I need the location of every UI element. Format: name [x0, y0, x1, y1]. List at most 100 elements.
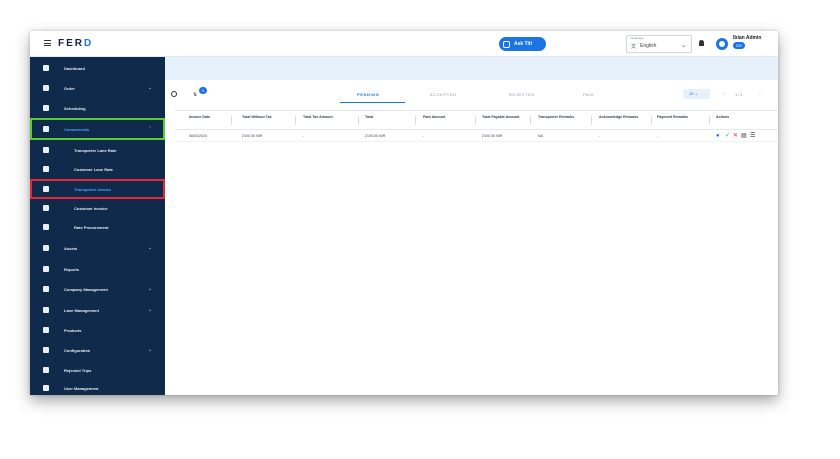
ask-assistant-button[interactable]: Ask Titi	[499, 37, 546, 51]
invoice-table: Invoice Date Total Without Tax Total Tax…	[175, 110, 778, 142]
filter-count-badge: 0	[199, 87, 207, 94]
tab-rejected[interactable]: REJECTED	[509, 92, 535, 97]
column-header[interactable]: Invoice Date	[189, 115, 210, 120]
sidebar-item-label: Company Management	[64, 286, 108, 292]
tab-paid[interactable]: PAID	[583, 92, 594, 97]
rate-icon	[43, 166, 49, 172]
sidebar-item-order[interactable]: Order ⌄	[30, 79, 165, 97]
sidebar-item-label: Customer Invoice	[74, 205, 108, 211]
previous-page-icon[interactable]: ‹	[723, 91, 725, 97]
sidebar-item-rejected-trips[interactable]: Rejected Trips	[30, 361, 165, 379]
sidebar-item-transporter-lane-rate[interactable]: Transporter Lane Rate	[30, 141, 165, 159]
sidebar-item-label: Customer Lane Rate	[74, 166, 113, 172]
chevron-down-icon: ⌄	[148, 307, 153, 313]
sidebar-item-rate-procurement[interactable]: Rate Procurement	[30, 218, 165, 236]
column-header[interactable]: Total Payable Amount	[482, 115, 522, 120]
view-icon[interactable]: ●	[716, 133, 720, 139]
table-row[interactable]: 06/04/2024 2100.00 INR - 2100.00 INR - 2…	[175, 130, 778, 142]
page-size-value: 15	[689, 91, 694, 96]
app-window: FERD Ask Titi Language 文 English ⌄ Ibian…	[30, 31, 778, 395]
table-cell: 06/04/2024	[189, 134, 207, 138]
filter-icon[interactable]: ⇅	[193, 92, 197, 98]
search-icon[interactable]	[171, 91, 177, 97]
column-header[interactable]: Total	[365, 115, 373, 120]
page-size-select[interactable]: 15 ⌄	[683, 89, 710, 99]
table-cell: 2100.00 INR	[242, 134, 263, 138]
column-header[interactable]: Paid Amount	[423, 115, 445, 120]
details-list-icon[interactable]: ☰	[750, 133, 755, 139]
table-cell: -	[599, 134, 601, 138]
sidebar-item-label: Dashboard	[64, 65, 85, 71]
sidebar-item-label: User Management	[64, 385, 99, 391]
sidebar-item-company-management[interactable]: Company Management ⌄	[30, 280, 165, 298]
accept-check-icon[interactable]: ✓	[725, 133, 730, 139]
column-divider	[295, 116, 296, 125]
sidebar-item-configuration[interactable]: Configuration ⌄	[30, 341, 165, 359]
document-icon	[43, 205, 49, 211]
sidebar-item-label: Assets	[64, 245, 78, 251]
sidebar-item-products[interactable]: Products	[30, 321, 165, 339]
column-divider	[530, 116, 531, 125]
table-cell: -	[657, 134, 659, 138]
active-tab-indicator	[340, 102, 405, 103]
sidebar-item-customer-lane-rate[interactable]: Customer Lane Rate	[30, 160, 165, 178]
sidebar-item-assets[interactable]: Assets ⌄	[30, 239, 165, 257]
column-divider	[231, 116, 232, 125]
column-divider	[358, 116, 359, 125]
sidebar-item-transporter-invoice[interactable]: Transporter Invoice	[30, 179, 165, 199]
table-cell: 2100.00 INR	[482, 134, 503, 138]
chevron-down-icon: ⌄	[148, 245, 153, 251]
sidebar-item-label: Scheduling	[64, 105, 86, 111]
sidebar-item-lane-management[interactable]: Lane Management ⌄	[30, 301, 165, 319]
language-caption: Language	[630, 36, 644, 40]
chevron-down-icon: ⌄	[681, 43, 687, 49]
sidebar-item-label: Transporter Invoice	[74, 186, 112, 192]
ask-button-label: Ask Titi	[514, 41, 532, 47]
sidebar-item-dashboard[interactable]: Dashboard	[30, 59, 165, 77]
avatar[interactable]	[716, 38, 728, 50]
tab-accepted[interactable]: ACCEPTED	[430, 92, 457, 97]
products-icon	[43, 327, 49, 333]
table-cell: NA	[538, 134, 543, 138]
reports-icon	[43, 266, 49, 272]
company-icon	[43, 286, 49, 292]
rejected-icon	[43, 367, 49, 373]
sidebar-item-label: Rejected Trips	[64, 367, 92, 373]
users-icon	[43, 385, 49, 391]
column-header[interactable]: Transporter Remarks	[538, 115, 576, 120]
sidebar-item-label: Configuration	[64, 347, 91, 353]
user-role-badge: ER	[733, 42, 745, 49]
sidebar-item-label: Reports	[64, 266, 80, 272]
column-header[interactable]: Acknowledge Remarks	[599, 115, 643, 120]
pagination-label: 1 / 1	[735, 92, 743, 97]
main-content: ⇅ 0 PENDING ACCEPTED REJECTED PAID 15 ⌄ …	[165, 80, 778, 395]
truck-icon	[43, 147, 49, 153]
sidebar: Dashboard Order ⌄ Scheduling Commercials…	[30, 57, 165, 395]
sidebar-item-commercials[interactable]: Commercials ⌃	[30, 118, 165, 140]
translate-icon: 文	[631, 44, 637, 50]
column-header[interactable]: Total Without Tax	[242, 115, 272, 120]
column-header[interactable]: Total Tax Amount	[303, 115, 333, 120]
bell-icon[interactable]	[699, 40, 704, 46]
column-divider	[475, 116, 476, 125]
top-header: FERD Ask Titi Language 文 English ⌄ Ibian…	[30, 31, 778, 57]
column-divider	[415, 116, 416, 125]
sidebar-item-scheduling[interactable]: Scheduling	[30, 99, 165, 117]
table-cell: -	[303, 134, 305, 138]
sidebar-item-user-management[interactable]: User Management	[30, 379, 165, 395]
column-divider	[591, 116, 592, 125]
invoice-document-icon[interactable]: ▤	[741, 133, 747, 139]
next-page-icon[interactable]: ›	[759, 91, 761, 97]
sidebar-item-reports[interactable]: Reports	[30, 260, 165, 278]
reject-x-icon[interactable]: ✕	[733, 133, 738, 139]
language-value: English	[640, 43, 657, 49]
language-select[interactable]: Language 文 English ⌄	[626, 35, 692, 53]
sidebar-item-label: Products	[64, 327, 82, 333]
hamburger-menu-icon[interactable]	[44, 40, 51, 46]
invoice-icon	[43, 186, 49, 192]
sidebar-item-customer-invoice[interactable]: Customer Invoice	[30, 199, 165, 217]
tab-pending[interactable]: PENDING	[357, 92, 379, 97]
chevron-down-icon: ⌄	[148, 286, 153, 292]
column-header[interactable]: Payment Remarks	[657, 115, 688, 120]
bot-icon	[503, 40, 510, 48]
